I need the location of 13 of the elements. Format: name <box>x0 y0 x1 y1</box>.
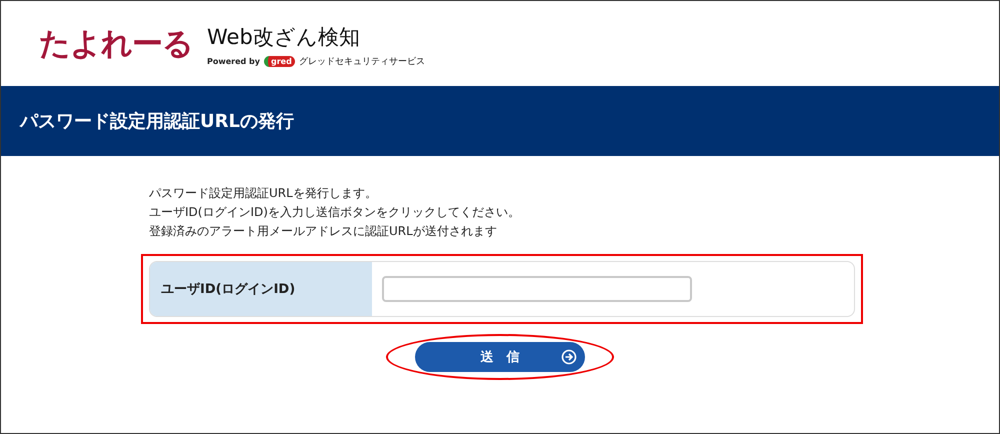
user-id-field[interactable] <box>382 276 692 302</box>
partner-mark: gred <box>264 56 295 67</box>
partner-name: グレッドセキュリティサービス <box>298 56 425 68</box>
product-name: Web改ざん検知 <box>207 24 361 51</box>
submit-button[interactable]: 送 信 <box>415 342 585 372</box>
powered-by-text: Powered by <box>207 57 260 66</box>
page-title: パスワード設定用認証URLの発行 <box>20 110 294 133</box>
instruction-text: パスワード設定用認証URLを発行します。 <box>149 185 378 202</box>
instruction-text: 登録済みのアラート用メールアドレスに認証URLが送付されます <box>149 223 498 240</box>
brand-logo: たよれーる <box>39 24 193 64</box>
arrow-right-icon <box>561 349 577 365</box>
instruction-text: ユーザID(ログインID)を入力し送信ボタンをクリックしてください。 <box>149 204 521 221</box>
field-label: ユーザID(ログインID) <box>150 262 372 316</box>
